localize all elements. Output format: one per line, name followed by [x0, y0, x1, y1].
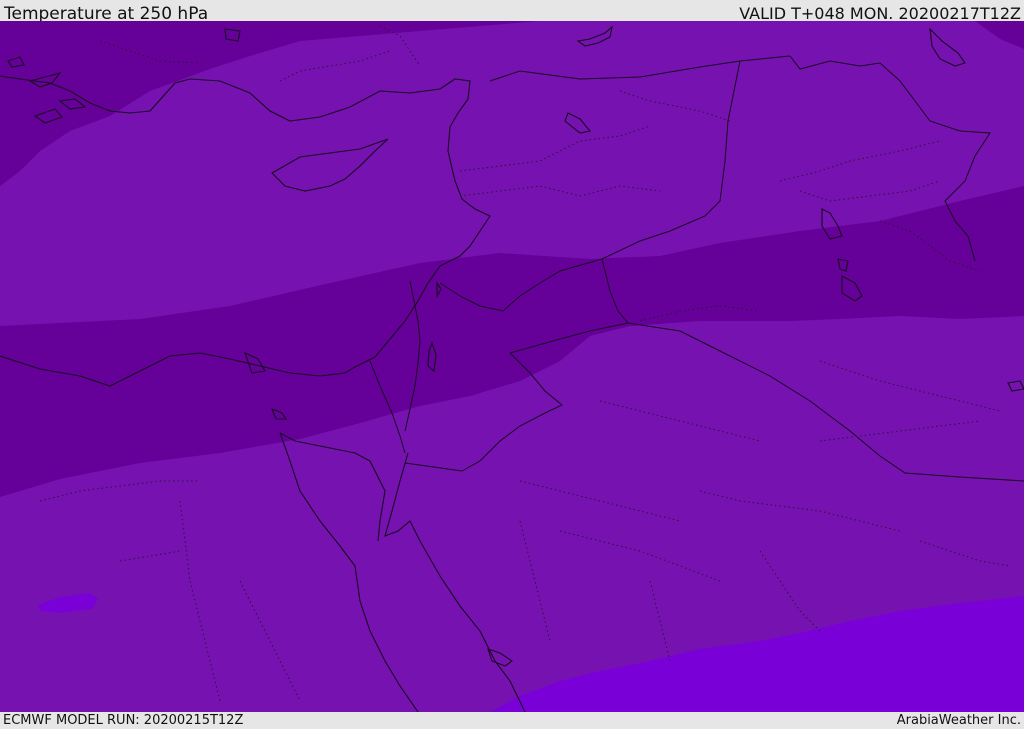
temperature-map[interactable] [0, 21, 1024, 712]
model-run-label: ECMWF MODEL RUN: 20200215T12Z [3, 713, 244, 728]
credit-label: ArabiaWeather Inc. [896, 713, 1021, 728]
header-bar: Temperature at 250 hPa VALID T+048 MON. … [0, 0, 1024, 24]
footer-bar: ECMWF MODEL RUN: 20200215T12Z ArabiaWeat… [0, 712, 1024, 729]
weather-map-frame: Temperature at 250 hPa VALID T+048 MON. … [0, 0, 1024, 729]
